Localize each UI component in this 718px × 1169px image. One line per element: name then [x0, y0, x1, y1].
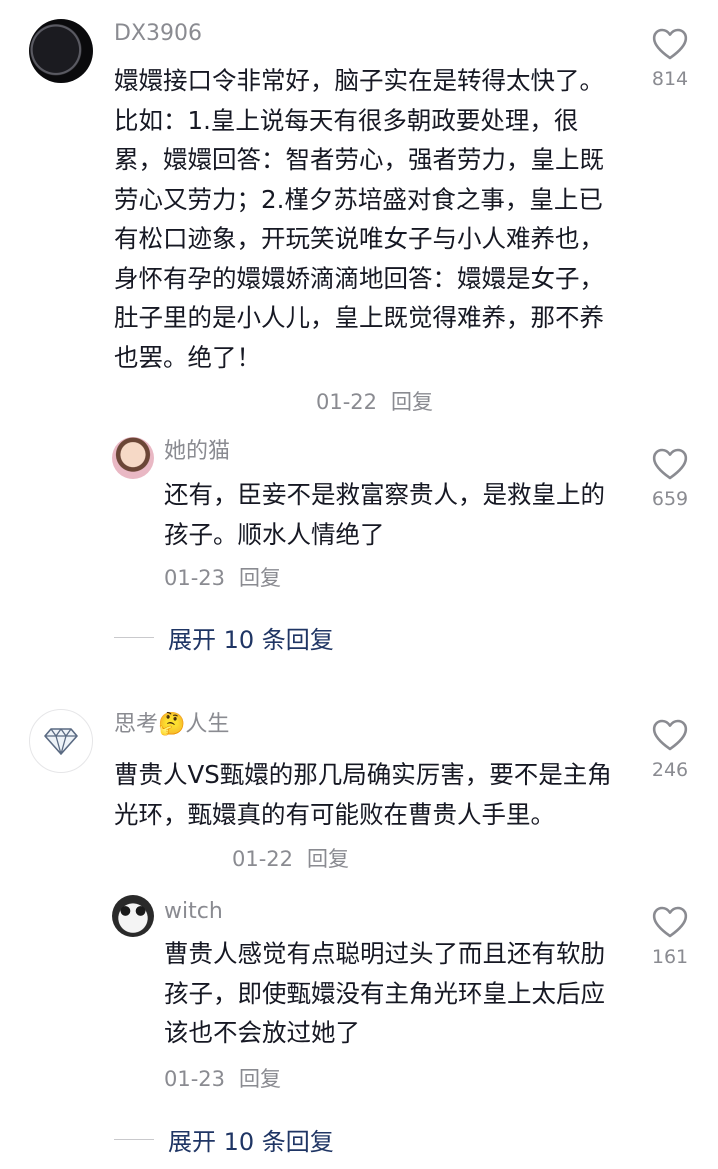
divider	[114, 637, 154, 638]
reply-username[interactable]: witch	[164, 897, 223, 927]
comment-text: 曹贵人VS甄嬛的那几局确实厉害，要不是主角光环，甄嬛真的有可能败在曹贵人手里。	[114, 760, 612, 829]
heart-outline-icon	[652, 448, 688, 480]
heart-outline-icon	[652, 28, 688, 60]
avatar[interactable]	[112, 437, 154, 479]
reply-text: 还有，臣妾不是救富察贵人，是救皇上的孩子。顺水人情绝了	[164, 480, 605, 549]
avatar[interactable]	[29, 709, 93, 773]
comment-date: 01-22	[232, 847, 294, 871]
expand-replies-button[interactable]: 展开 10 条回复	[114, 620, 334, 655]
comment-username[interactable]: DX3906	[114, 19, 202, 49]
reply-text: 曹贵人感觉有点聪明过头了而且还有软肋孩子，即使甄嬛没有主角光环皇上太后应该也不会…	[164, 939, 605, 1047]
comment-username[interactable]: 思考🤔人生	[114, 710, 229, 740]
comment-date: 01-22	[316, 390, 378, 414]
like-button[interactable]: 659	[640, 448, 700, 510]
reply-meta: 01-23 回复	[164, 562, 281, 592]
reply-date: 01-23	[164, 566, 226, 590]
reply-button[interactable]: 回复	[391, 390, 433, 414]
avatar[interactable]	[112, 895, 154, 937]
heart-outline-icon	[652, 906, 688, 938]
comment-meta: 01-22 回复	[232, 843, 349, 873]
reply-button[interactable]: 回复	[239, 566, 281, 590]
reply-button[interactable]: 回复	[307, 847, 349, 871]
like-count: 659	[651, 488, 689, 510]
comment-meta: 01-22 回复	[316, 386, 433, 416]
reply-date: 01-23	[164, 1067, 226, 1091]
heart-outline-icon	[652, 719, 688, 751]
expand-replies-label: 展开 10 条回复	[168, 1128, 334, 1156]
like-count: 161	[651, 946, 689, 968]
expand-replies-button[interactable]: 展开 10 条回复	[114, 1122, 334, 1157]
divider	[114, 1139, 154, 1140]
reply-meta: 01-23 回复	[164, 1063, 281, 1093]
expand-replies-label: 展开 10 条回复	[168, 626, 334, 654]
like-count: 814	[651, 68, 689, 90]
like-button[interactable]: 161	[640, 906, 700, 968]
like-button[interactable]: 246	[640, 719, 700, 781]
comment-text: 嬛嬛接口令非常好，脑子实在是转得太快了。比如：1.皇上说每天有很多朝政要处理，很…	[114, 66, 604, 372]
avatar[interactable]	[29, 19, 93, 83]
diamond-icon	[44, 728, 78, 755]
reply-button[interactable]: 回复	[239, 1067, 281, 1091]
like-button[interactable]: 814	[640, 28, 700, 90]
reply-username[interactable]: 她的猫	[164, 437, 230, 467]
like-count: 246	[651, 759, 689, 781]
